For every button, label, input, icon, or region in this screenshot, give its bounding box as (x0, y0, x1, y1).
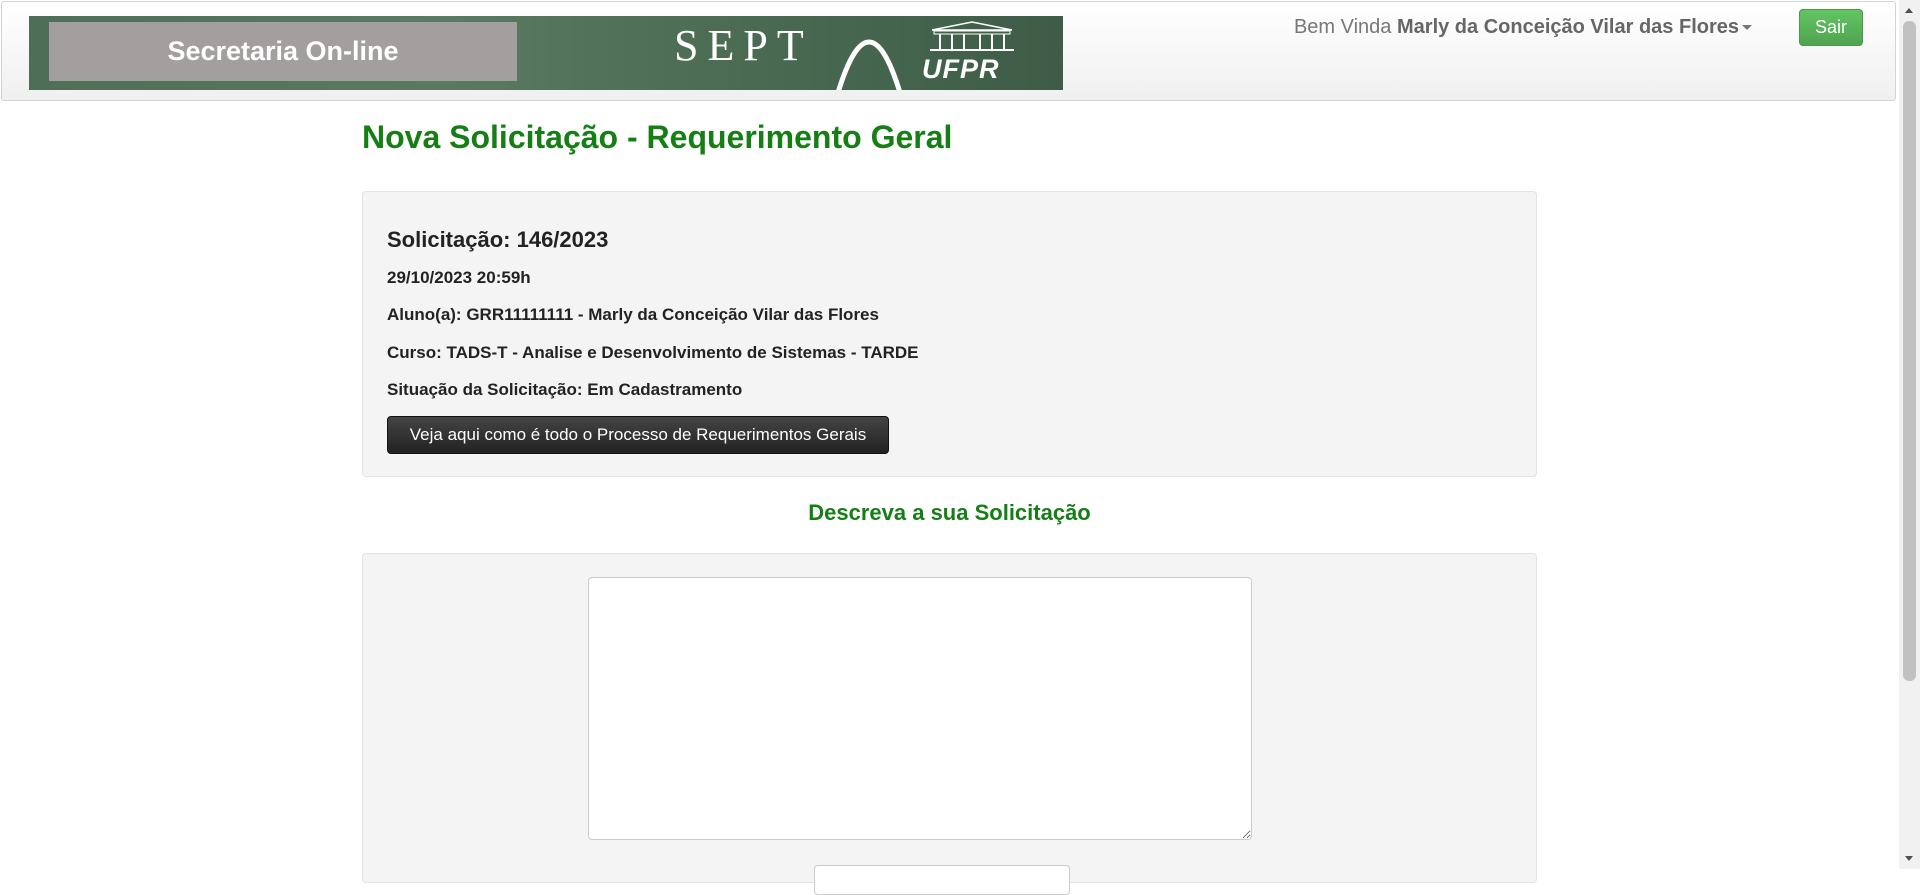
page-title: Nova Solicitação - Requerimento Geral (362, 119, 953, 155)
request-status: Situação da Solicitação: Em Cadastrament… (387, 380, 743, 399)
top-navbar: Secretaria On-line SEPT UFPR Bem Vinda M… (1, 1, 1896, 101)
request-datetime: 29/10/2023 20:59h (387, 268, 531, 287)
scroll-down-arrow-icon[interactable] (1905, 856, 1913, 861)
request-number: Solicitação: 146/2023 (387, 227, 609, 252)
caret-down-icon (1742, 25, 1752, 31)
view-process-button[interactable]: Veja aqui como é todo o Processo de Requ… (387, 416, 889, 454)
description-section-title: Descreva a sua Solicitação (808, 500, 1091, 525)
description-form-panel (362, 553, 1537, 895)
request-info-panel: Solicitação: 146/2023 29/10/2023 20:59h … (362, 191, 1537, 477)
logout-button[interactable]: Sair (1799, 9, 1863, 46)
course-info: Curso: TADS-T - Analise e Desenvolviment… (387, 343, 919, 362)
header-banner[interactable]: Secretaria On-line SEPT UFPR (29, 16, 1063, 90)
greeting-text: Bem Vinda (1293, 16, 1392, 38)
form-field-below[interactable] (814, 865, 1070, 895)
student-info: Aluno(a): GRR11111111 - Marly da Conceiç… (387, 305, 879, 324)
page-scrollbar[interactable] (1899, 0, 1920, 869)
sept-logo: SEPT (674, 21, 813, 70)
description-textarea[interactable] (588, 577, 1252, 840)
sept-arch-icon (836, 39, 902, 90)
scrollbar-thumb[interactable] (1903, 21, 1916, 681)
ufpr-logo: UFPR (922, 54, 1000, 84)
scroll-up-arrow-icon[interactable] (1905, 8, 1913, 13)
banner-title: Secretaria On-line (167, 36, 399, 66)
user-menu-toggle[interactable]: Bem Vinda Marly da Conceição Vilar das F… (1294, 16, 1752, 39)
banner-title-box: Secretaria On-line (49, 22, 517, 81)
user-name: Marly da Conceição Vilar das Flores (1397, 16, 1739, 38)
ufpr-building-icon (930, 21, 1014, 51)
